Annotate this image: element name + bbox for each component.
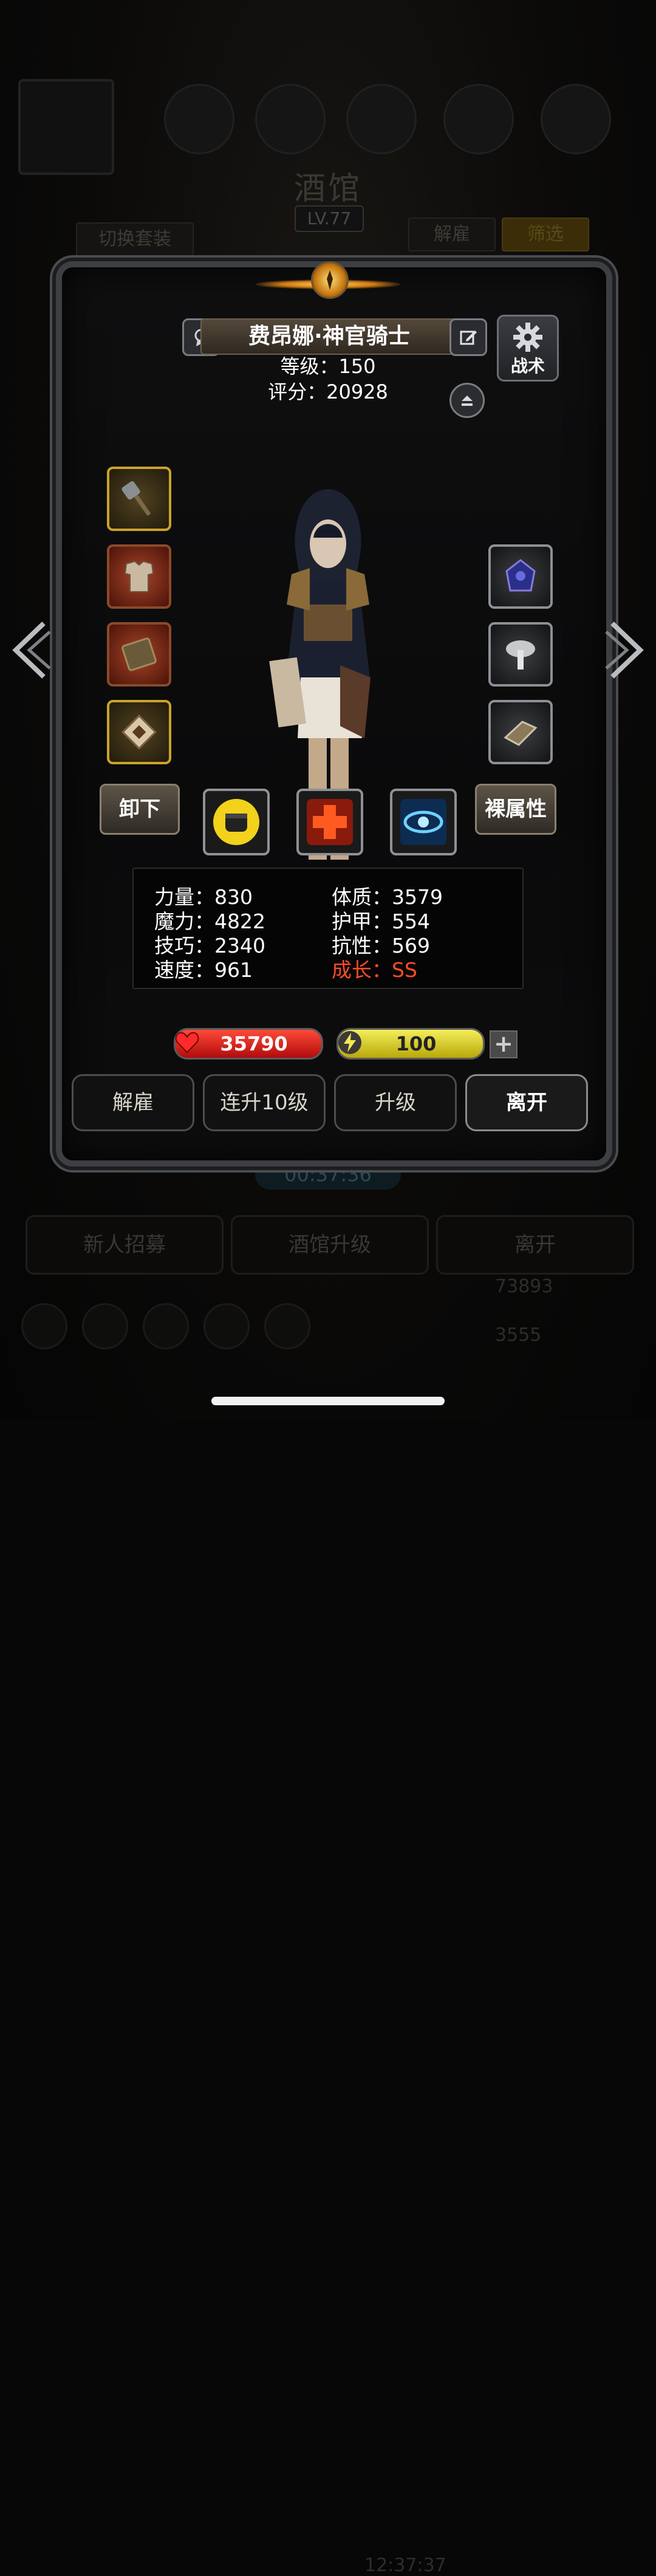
previous-hero-arrow[interactable]: [7, 618, 52, 682]
armor-icon: [124, 560, 154, 592]
base-attributes-button[interactable]: 裸属性: [475, 784, 556, 835]
background-avatar: [18, 79, 114, 175]
mushroom-icon: [506, 640, 535, 670]
background-dock: 12:37:37 73893 3555: [0, 1276, 656, 2576]
background-switch-outfit-button: 切换套装: [76, 222, 194, 256]
background-filter-tab: 筛选: [502, 218, 589, 252]
dismiss-button[interactable]: 解雇: [72, 1074, 194, 1131]
hp-value: 35790: [220, 1032, 288, 1055]
hero-score: 评分：20928: [268, 380, 388, 403]
fist-icon: [213, 799, 259, 845]
background-dock-icon: [82, 1303, 128, 1349]
eye-icon: [400, 799, 446, 845]
background-dismiss-tab: 解雇: [408, 218, 496, 252]
hero-name: 费昂娜·神官骑士: [200, 318, 458, 355]
chevron-right-icon: [605, 622, 644, 679]
stat-speed: 速度：961: [154, 958, 253, 982]
energy-value: 100: [395, 1032, 437, 1055]
background-menu-icon: [541, 84, 611, 154]
gem-icon: [505, 559, 536, 592]
background-leave-button: 离开: [436, 1215, 634, 1275]
skill-slot-1[interactable]: [203, 789, 270, 855]
next-hero-arrow[interactable]: [604, 618, 649, 682]
share-icon[interactable]: [449, 383, 485, 418]
background-menu-icon: [255, 84, 326, 154]
stat-growth: 成长：SS: [332, 958, 417, 982]
emblem-icon: [311, 261, 349, 299]
background-recruit-button: 新人招募: [26, 1215, 224, 1275]
rune-icon: [121, 714, 157, 750]
equip-slot-rune[interactable]: [107, 700, 171, 764]
unequip-button[interactable]: 卸下: [100, 784, 180, 835]
background-dock-icon: [143, 1303, 189, 1349]
level-up-10-button[interactable]: 连升10级: [203, 1074, 326, 1131]
background-dock-icon: [203, 1303, 250, 1349]
edit-name-icon[interactable]: [449, 318, 487, 356]
home-indicator[interactable]: [211, 1397, 445, 1405]
add-energy-button[interactable]: +: [490, 1030, 518, 1058]
equip-slot-weapon[interactable]: [107, 467, 171, 531]
energy-bar: 100: [337, 1028, 485, 1060]
gear-icon: [513, 323, 542, 352]
background-menu-icon: [346, 84, 417, 154]
hp-bar: 35790: [174, 1028, 323, 1060]
skill-slot-3[interactable]: [390, 789, 457, 855]
mace-icon: [121, 481, 151, 516]
equip-slot-book[interactable]: [107, 622, 171, 687]
background-menu-icon: [443, 84, 514, 154]
level-up-button[interactable]: 升级: [334, 1074, 457, 1131]
equip-slot-armor[interactable]: [107, 544, 171, 609]
background-gold: 73893: [495, 1276, 553, 1297]
hero-level: 等级：150: [280, 355, 376, 378]
background-gems: 3555: [495, 1324, 542, 1346]
background-clock: 12:37:37: [364, 2555, 446, 2576]
background-top-bar: [12, 79, 644, 175]
leave-button[interactable]: 离开: [465, 1074, 588, 1131]
background-menu-icon: [164, 84, 234, 154]
background-dock-icon: [21, 1303, 67, 1349]
background-dock-icon: [264, 1303, 310, 1349]
book-icon: [121, 637, 157, 671]
equip-slot-gem[interactable]: [488, 544, 553, 609]
skill-slot-2[interactable]: [296, 789, 363, 855]
background-title: 酒馆: [293, 171, 362, 207]
background-level-badge: LV.77: [295, 205, 364, 232]
background-upgrade-tavern-button: 酒馆升级: [231, 1215, 429, 1275]
equip-slot-bracer[interactable]: [488, 700, 553, 764]
bracer-icon: [504, 721, 538, 746]
stats-panel: 力量：830 魔力：4822 技巧：2340 速度：961 体质：3579 护甲…: [132, 868, 524, 989]
equip-slot-mushroom[interactable]: [488, 622, 553, 687]
chevron-left-icon: [12, 622, 51, 679]
cross-icon: [307, 799, 353, 845]
heart-icon: [172, 1027, 202, 1058]
lightning-icon: [335, 1027, 365, 1058]
